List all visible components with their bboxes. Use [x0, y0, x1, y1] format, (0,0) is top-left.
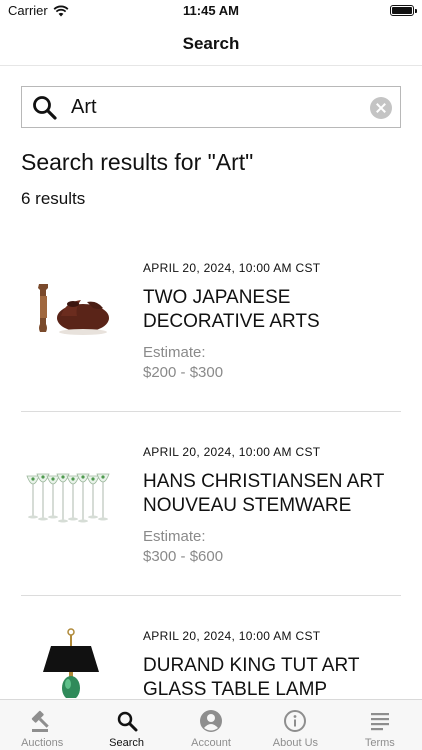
stemware-icon — [26, 473, 110, 523]
list-item[interactable]: APRIL 20, 2024, 10:00 AM CST DURAND KING… — [21, 596, 401, 698]
gavel-icon — [32, 710, 49, 732]
result-title[interactable]: HANS CHRISTIANSEN ART NOUVEAU STEMWARE — [143, 470, 393, 518]
tab-label: Search — [109, 737, 145, 749]
tab-bar: Auctions Search Account About Us Terms — [0, 699, 422, 750]
clear-icon[interactable] — [370, 97, 392, 119]
results-count: 6 results — [21, 189, 86, 208]
list-item[interactable]: APRIL 20, 2024, 10:00 AM CST HANS CHRIST… — [21, 412, 401, 596]
tab-search[interactable]: Search — [84, 700, 168, 750]
page-title: Search — [182, 34, 240, 53]
result-date: APRIL 20, 2024, 10:00 AM CST — [143, 629, 321, 643]
result-title[interactable]: TWO JAPANESE DECORATIVE ARTS — [143, 286, 393, 334]
search-query[interactable]: Art — [71, 96, 97, 119]
tab-account[interactable]: Account — [169, 700, 253, 750]
status-bar: Carrier 11:45 AM — [0, 0, 422, 22]
result-date: APRIL 20, 2024, 10:00 AM CST — [143, 261, 321, 275]
info-icon — [284, 710, 307, 732]
results-list[interactable]: APRIL 20, 2024, 10:00 AM CST TWO JAPANES… — [0, 228, 422, 698]
vases-icon — [38, 284, 109, 335]
tab-label: Account — [191, 737, 231, 749]
tab-about-us[interactable]: About Us — [253, 700, 337, 750]
tab-auctions[interactable]: Auctions — [0, 700, 84, 750]
tab-terms[interactable]: Terms — [338, 700, 422, 750]
tab-label: About Us — [272, 737, 319, 749]
result-title[interactable]: DURAND KING TUT ART GLASS TABLE LAMP — [143, 654, 393, 698]
estimate-label: Estimate: — [143, 528, 206, 545]
search-icon — [33, 96, 57, 120]
lamp-icon — [43, 628, 99, 698]
estimate-value: $200 - $300 — [143, 364, 224, 381]
account-icon — [200, 710, 223, 732]
status-time: 11:45 AM — [183, 3, 239, 18]
tab-label: Auctions — [21, 737, 64, 749]
terms-icon — [370, 713, 389, 731]
estimate-label: Estimate: — [143, 344, 206, 361]
estimate-value: $300 - $600 — [143, 548, 224, 565]
navigation-bar: Search — [0, 22, 422, 66]
search-icon — [117, 711, 138, 732]
tab-label: Terms — [364, 737, 395, 749]
search-input[interactable]: Art — [21, 86, 401, 128]
results-heading: Search results for "Art" — [21, 149, 254, 175]
result-date: APRIL 20, 2024, 10:00 AM CST — [143, 445, 321, 459]
list-item[interactable]: APRIL 20, 2024, 10:00 AM CST TWO JAPANES… — [21, 228, 401, 412]
battery-icon — [390, 5, 417, 16]
